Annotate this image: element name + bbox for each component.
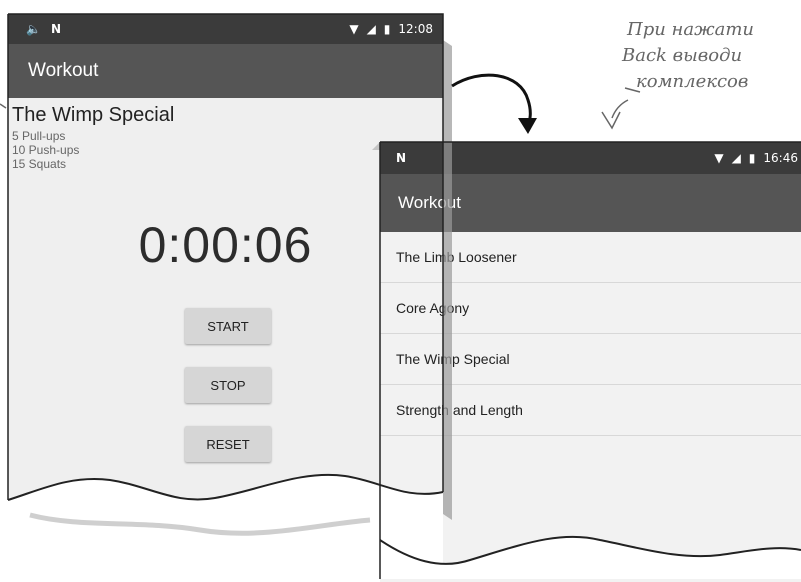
workout-detail-screen: 🔈 N ▼ ◢ ▮ 12:08 Workout The Wimp Special… [8,14,443,514]
list-item[interactable]: Strength and Length [380,385,801,436]
navigation-arrow-head [518,118,537,134]
workout-list: The Limb Loosener Core Agony The Wimp Sp… [380,232,801,582]
workout-title: The Wimp Special [12,104,175,126]
nfc-icon: N [50,22,61,36]
battery-icon: ▮ [383,22,391,36]
wifi-icon: ▼ [714,151,724,165]
phone1-torn-shadow [29,512,371,536]
annotation-arrow [601,99,629,130]
exercise-line: 10 Push-ups [12,143,80,157]
workout-list-screen: N ▼ ◢ ▮ 16:46 Workout The Limb Loosener … [380,142,801,582]
battery-icon: ▮ [748,151,756,165]
left-pointer [0,103,7,109]
navigation-arrow [451,73,532,127]
workout-description: 5 Pull-ups 10 Push-ups 15 Squats [12,129,79,171]
status-time: 16:46 [763,151,798,165]
status-time: 12:08 [398,22,433,36]
list-item[interactable]: Core Agony [380,283,801,334]
nfc-icon: N [396,151,407,165]
annotation-line: комплексов [636,71,749,92]
exercise-line: 15 Squats [12,157,67,171]
stop-button[interactable]: STOP [185,367,271,403]
app-title: Workout [28,60,99,81]
wifi-icon: ▼ [349,22,359,36]
reset-button[interactable]: RESET [185,426,271,462]
start-button[interactable]: START [185,308,271,344]
app-bar: Workout [8,44,443,98]
status-bar: N ▼ ◢ ▮ 16:46 [380,142,801,174]
annotation-line: При нажати [627,19,754,40]
app-title: Workout [398,193,461,212]
app-bar: Workout [380,174,801,232]
status-bar: 🔈 N ▼ ◢ ▮ 12:08 [8,14,443,44]
list-item[interactable]: The Wimp Special [380,334,801,385]
volume-icon: 🔈 [26,22,41,36]
list-item[interactable]: The Limb Loosener [380,232,801,283]
exercise-line: 5 Pull-ups [12,129,66,143]
stopwatch-timer: 0:00:06 [138,217,313,273]
signal-icon: ◢ [366,22,376,36]
annotation-line: Back выводи [622,45,743,66]
workout-content: The Wimp Special 5 Pull-ups 10 Push-ups … [8,98,443,514]
signal-icon: ◢ [731,151,741,165]
